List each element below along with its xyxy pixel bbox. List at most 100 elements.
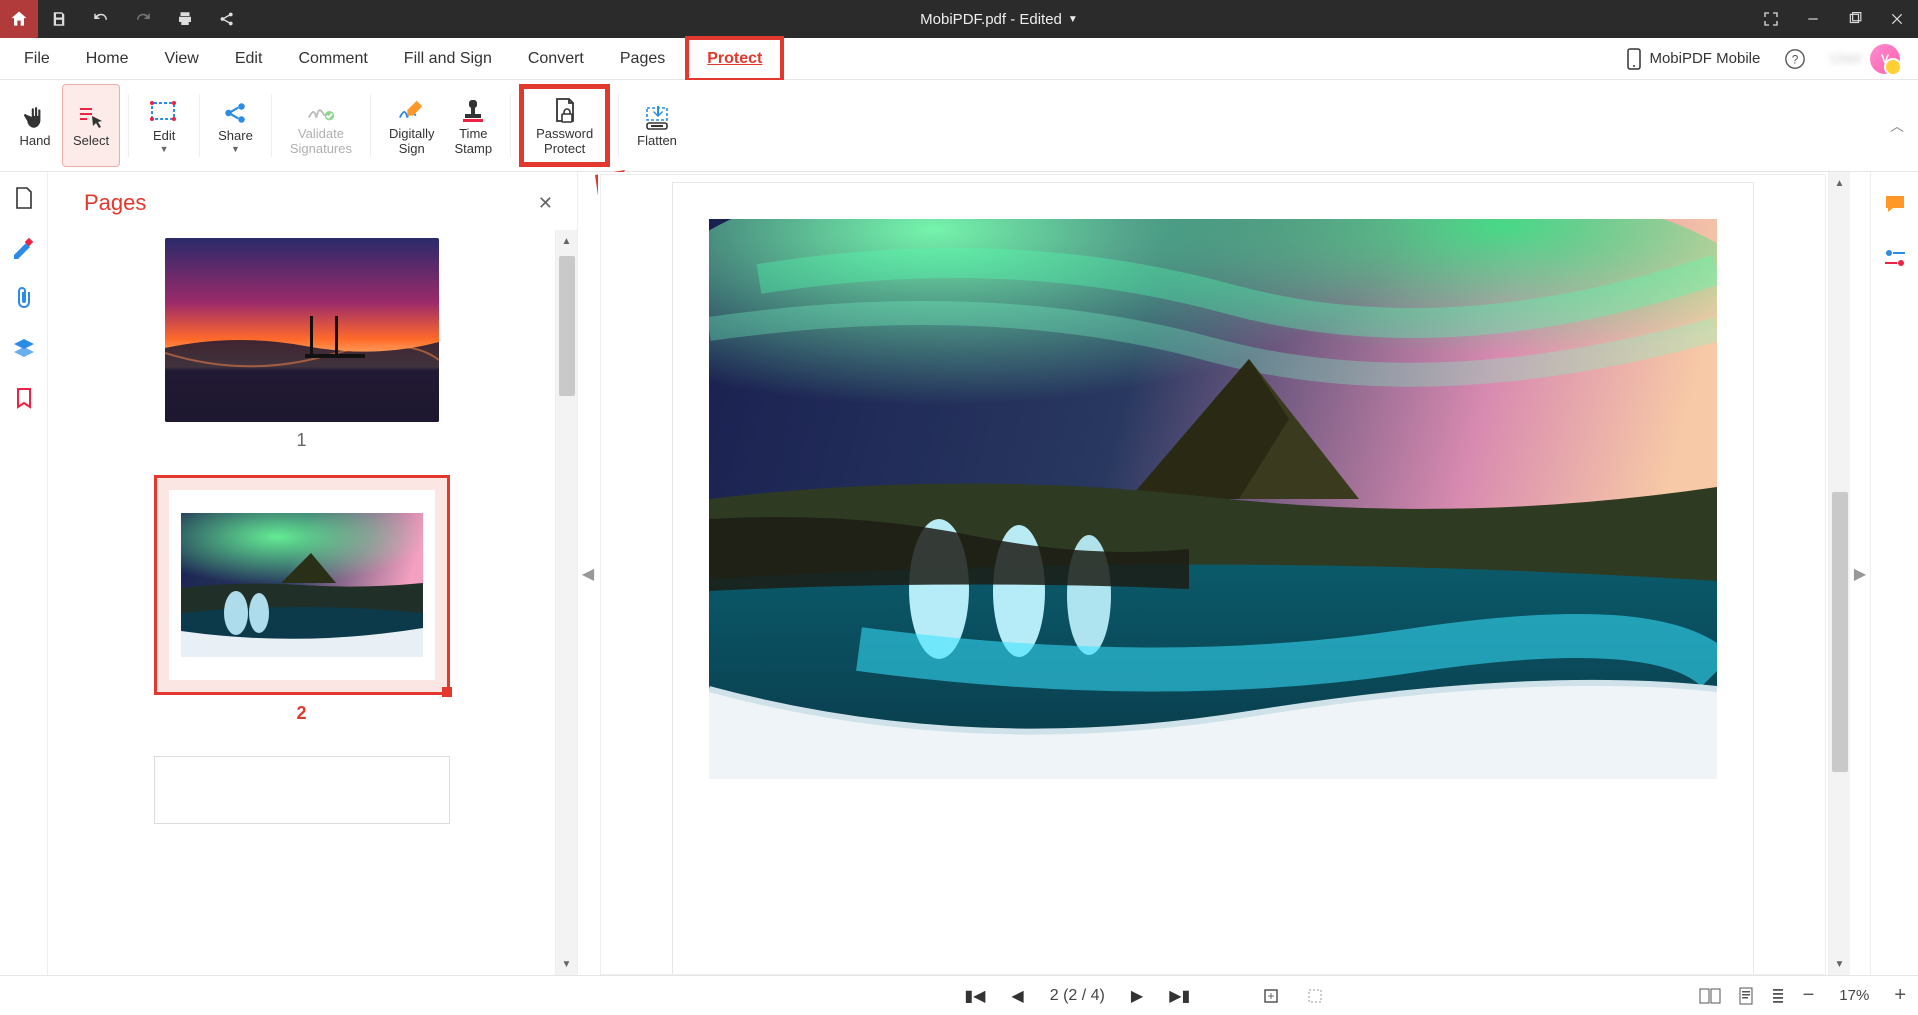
mobipdf-mobile-label: MobiPDF Mobile: [1649, 50, 1760, 67]
undo-button[interactable]: [80, 0, 122, 38]
first-page-button[interactable]: ▮◀: [964, 986, 985, 1006]
tool-edit[interactable]: Edit ▼: [137, 84, 191, 167]
edit-icon: [150, 99, 178, 127]
page-indicator[interactable]: 2 (2 / 4): [1050, 987, 1105, 1005]
rotate-right-button[interactable]: [1306, 987, 1324, 1005]
scrollbar-thumb[interactable]: [559, 256, 575, 396]
mobipdf-mobile-link[interactable]: MobiPDF Mobile: [1617, 42, 1770, 76]
save-button[interactable]: [38, 0, 80, 38]
minimize-icon: [1806, 12, 1820, 26]
rail-properties[interactable]: [1881, 244, 1909, 272]
view-facing-button[interactable]: [1699, 988, 1721, 1004]
tool-sign-label: Digitally Sign: [389, 127, 435, 157]
tool-digitally-sign[interactable]: Digitally Sign: [379, 84, 445, 167]
undo-icon: [92, 10, 110, 28]
home-button[interactable]: [0, 0, 38, 38]
tool-select-label: Select: [73, 134, 109, 149]
document-title: MobiPDF.pdf - Edited ▼: [248, 11, 1750, 28]
minimize-button[interactable]: [1792, 0, 1834, 38]
left-rail: [0, 172, 48, 975]
doc-scrollbar-thumb[interactable]: [1832, 492, 1848, 772]
menu-fillsign[interactable]: Fill and Sign: [388, 42, 508, 76]
page-thumbnail-1[interactable]: 1: [165, 238, 439, 451]
tool-hand-label: Hand: [19, 134, 50, 149]
rail-fill-sign[interactable]: [10, 234, 38, 262]
share-icon: [218, 10, 236, 28]
close-icon: [1890, 12, 1904, 26]
menubar: File Home View Edit Comment Fill and Sig…: [0, 38, 1918, 80]
titlebar: MobiPDF.pdf - Edited ▼: [0, 0, 1918, 38]
document-page: [673, 183, 1753, 975]
page-thumbnail-2[interactable]: 2: [154, 475, 450, 724]
zoom-level[interactable]: 17%: [1832, 987, 1876, 1004]
document-canvas[interactable]: [600, 174, 1826, 975]
menu-view[interactable]: View: [148, 42, 214, 76]
zoom-out-button[interactable]: −: [1803, 984, 1815, 1007]
help-button[interactable]: ?: [1774, 42, 1816, 76]
menu-convert[interactable]: Convert: [512, 42, 600, 76]
tool-flatten[interactable]: Flatten: [627, 84, 687, 167]
password-protect-icon: [551, 97, 579, 125]
page-thumbnail-3[interactable]: [154, 756, 450, 824]
tool-edit-label: Edit: [153, 129, 175, 144]
pages-panel-title: Pages: [84, 190, 146, 216]
svg-text:+: +: [1268, 989, 1275, 1003]
fullscreen-button[interactable]: [1750, 0, 1792, 38]
rail-layers[interactable]: [10, 334, 38, 362]
view-continuous-button[interactable]: [1771, 987, 1785, 1005]
close-pages-panel-button[interactable]: ✕: [538, 193, 553, 214]
collapse-left-panel-button[interactable]: ◀: [578, 172, 598, 975]
scroll-down-button[interactable]: ▼: [556, 953, 577, 975]
rotate-left-button[interactable]: +: [1262, 987, 1280, 1005]
fullscreen-icon: [1763, 11, 1779, 27]
prev-page-button[interactable]: ◀: [1011, 986, 1023, 1006]
close-window-button[interactable]: [1876, 0, 1918, 38]
help-icon: ?: [1784, 48, 1806, 70]
tool-hand[interactable]: Hand: [8, 84, 62, 167]
chevron-down-icon: ▼: [231, 144, 240, 154]
collapse-ribbon-button[interactable]: ︿: [1890, 116, 1904, 136]
time-stamp-icon: [459, 97, 487, 125]
rail-pages[interactable]: [10, 184, 38, 212]
thumbnails-scrollbar[interactable]: ▲ ▼: [555, 230, 577, 975]
menu-edit[interactable]: Edit: [219, 42, 279, 76]
tool-time-stamp[interactable]: Time Stamp: [445, 84, 503, 167]
scroll-up-button[interactable]: ▲: [556, 230, 577, 252]
tool-select[interactable]: Select: [62, 84, 120, 167]
next-page-button[interactable]: ▶: [1131, 986, 1143, 1006]
right-rail: [1870, 172, 1918, 975]
view-single-button[interactable]: [1739, 987, 1753, 1005]
page-thumbnail-2-number: 2: [296, 703, 306, 724]
menu-pages[interactable]: Pages: [604, 42, 681, 76]
home-icon: [9, 9, 29, 29]
last-page-button[interactable]: ▶▮: [1169, 986, 1190, 1006]
print-icon: [176, 10, 194, 28]
rail-attachments[interactable]: [10, 284, 38, 312]
rail-comments[interactable]: [1881, 190, 1909, 218]
zoom-in-button[interactable]: +: [1894, 984, 1906, 1007]
doc-scroll-down-button[interactable]: ▼: [1829, 953, 1850, 975]
title-dropdown-caret-icon[interactable]: ▼: [1068, 14, 1078, 25]
menu-home[interactable]: Home: [70, 42, 145, 76]
page-thumbnail-1-number: 1: [296, 430, 306, 451]
doc-scroll-up-button[interactable]: ▲: [1829, 172, 1850, 194]
maximize-button[interactable]: [1834, 0, 1876, 38]
document-vertical-scrollbar[interactable]: ▲ ▼: [1828, 172, 1850, 975]
menu-comment[interactable]: Comment: [282, 42, 383, 76]
tool-password-protect[interactable]: Password Protect: [526, 91, 603, 160]
redo-button[interactable]: [122, 0, 164, 38]
menu-file[interactable]: File: [8, 42, 66, 76]
tool-share[interactable]: Share ▼: [208, 84, 263, 167]
user-menu[interactable]: User V: [1820, 38, 1910, 80]
save-icon: [50, 10, 68, 28]
rail-bookmarks[interactable]: [10, 384, 38, 412]
share-button-titlebar[interactable]: [206, 0, 248, 38]
menu-protect-highlight: Protect: [685, 36, 784, 82]
maximize-icon: [1848, 12, 1862, 26]
print-button[interactable]: [164, 0, 206, 38]
page-thumbnail-1-image: [165, 238, 439, 422]
menu-protect[interactable]: Protect: [691, 42, 778, 76]
avatar: V: [1870, 44, 1900, 74]
collapse-right-panel-button[interactable]: ▶: [1850, 172, 1870, 975]
document-image-aurora: [709, 219, 1717, 779]
